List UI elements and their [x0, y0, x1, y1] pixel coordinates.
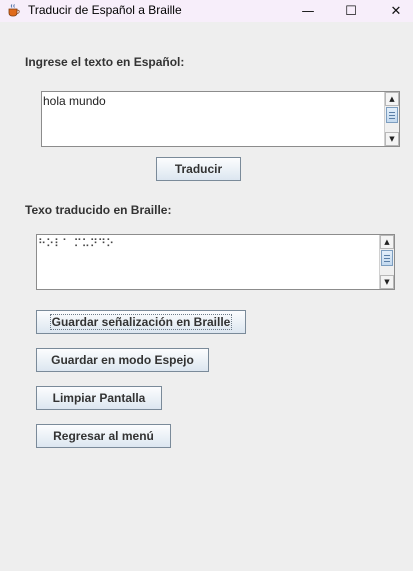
window-title: Traducir de Español a Braille	[28, 3, 182, 17]
close-button[interactable]: ✕	[373, 0, 413, 22]
back-to-menu-button[interactable]: Regresar al menú	[36, 424, 171, 448]
java-coffee-cup-icon	[8, 4, 20, 17]
clear-screen-button[interactable]: Limpiar Pantalla	[36, 386, 162, 410]
braille-text-output[interactable]: ⠓⠕⠇⠁ ⠍⠥⠝⠙⠕ ▲ ▼	[36, 234, 395, 290]
save-braille-signage-label: Guardar señalización en Braille	[49, 314, 233, 330]
maximize-button[interactable]: ☐	[328, 0, 374, 22]
output-label: Texo traducido en Braille:	[25, 203, 172, 217]
scroll-down-arrow-icon[interactable]: ▼	[385, 132, 399, 146]
scroll-down-arrow-icon[interactable]: ▼	[380, 275, 394, 289]
minimize-button[interactable]: —	[285, 0, 331, 22]
scroll-up-arrow-icon[interactable]: ▲	[380, 235, 394, 249]
scroll-thumb[interactable]	[381, 250, 393, 266]
title-bar: Traducir de Español a Braille — ☐ ✕	[0, 0, 413, 22]
scroll-thumb[interactable]	[386, 107, 398, 123]
input-label: Ingrese el texto en Español:	[25, 55, 185, 69]
save-braille-signage-button[interactable]: Guardar señalización en Braille	[36, 310, 246, 334]
spanish-text-input[interactable]: hola mundo ▲ ▼	[41, 91, 400, 147]
output-scrollbar[interactable]: ▲ ▼	[379, 235, 394, 289]
input-scrollbar[interactable]: ▲ ▼	[384, 92, 399, 146]
translate-button[interactable]: Traducir	[156, 157, 241, 181]
spanish-text-value: hola mundo	[43, 94, 106, 108]
save-mirror-mode-button[interactable]: Guardar en modo Espejo	[36, 348, 209, 372]
braille-text-value: ⠓⠕⠇⠁ ⠍⠥⠝⠙⠕	[38, 237, 115, 250]
scroll-up-arrow-icon[interactable]: ▲	[385, 92, 399, 106]
